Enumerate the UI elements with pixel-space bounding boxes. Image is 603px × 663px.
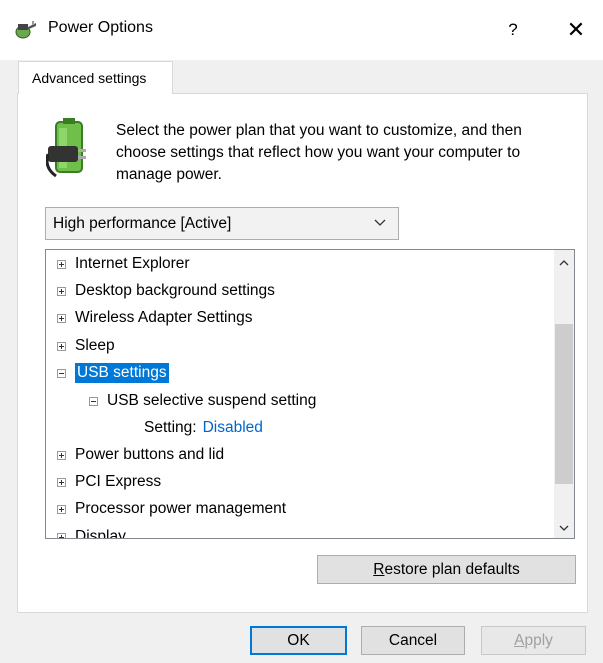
tree-item-label: Display xyxy=(75,528,126,539)
tree-item-label: Power buttons and lid xyxy=(75,446,225,463)
title-bar: Power Options ? ✕ xyxy=(0,0,603,60)
tree-item-label: USB settings xyxy=(75,363,169,383)
tree-item-display[interactable]: Display xyxy=(57,525,126,539)
tree-item-label: USB selective suspend setting xyxy=(107,392,317,409)
ok-button[interactable]: OK xyxy=(250,626,347,655)
close-button[interactable]: ✕ xyxy=(556,10,596,50)
tree-item-label: Processor power management xyxy=(75,500,287,517)
cancel-button[interactable]: Cancel xyxy=(361,626,465,655)
expand-icon[interactable] xyxy=(57,259,66,269)
expand-icon[interactable] xyxy=(57,341,66,351)
setting-value-link[interactable]: Disabled xyxy=(203,419,263,437)
tree-item-setting[interactable]: Setting: Disabled xyxy=(144,416,263,440)
chevron-up-icon xyxy=(559,260,569,266)
apply-label: pply xyxy=(524,631,553,649)
scroll-down-button[interactable] xyxy=(554,518,574,538)
power-plan-value: High performance [Active] xyxy=(53,215,232,232)
expand-icon[interactable] xyxy=(57,450,66,460)
scrollbar-thumb[interactable] xyxy=(555,324,573,484)
setting-label: Setting: xyxy=(144,419,197,436)
help-button[interactable]: ? xyxy=(496,10,530,50)
power-plan-dropdown[interactable]: High performance [Active] xyxy=(45,207,399,240)
tree-item-internet-explorer[interactable]: Internet Explorer xyxy=(57,252,190,276)
settings-tree[interactable]: Internet Explorer Desktop background set… xyxy=(45,249,575,539)
restore-plan-defaults-button[interactable]: Restore plan defaults xyxy=(317,555,576,584)
tree-item-processor-power[interactable]: Processor power management xyxy=(57,497,286,521)
tree-item-usb-selective-suspend[interactable]: USB selective suspend setting xyxy=(89,389,316,413)
expand-icon[interactable] xyxy=(57,286,66,296)
tree-item-usb-settings[interactable]: USB settings xyxy=(57,361,169,385)
tab-label: Advanced settings xyxy=(32,70,147,86)
tree-item-wireless-adapter[interactable]: Wireless Adapter Settings xyxy=(57,306,252,330)
expand-icon[interactable] xyxy=(57,504,66,514)
power-options-icon xyxy=(15,21,36,39)
intro-text: Select the power plan that you want to c… xyxy=(116,122,522,183)
collapse-icon[interactable] xyxy=(89,396,98,406)
apply-accelerator: A xyxy=(514,631,525,649)
expand-icon[interactable] xyxy=(57,532,66,538)
restore-label: estore plan defaults xyxy=(384,560,520,578)
tree-item-sleep[interactable]: Sleep xyxy=(57,334,115,358)
tree-item-label: Internet Explorer xyxy=(75,255,190,272)
tree-item-desktop-background[interactable]: Desktop background settings xyxy=(57,279,275,303)
expand-icon[interactable] xyxy=(57,477,66,487)
collapse-icon[interactable] xyxy=(57,368,66,378)
window-title: Power Options xyxy=(48,19,153,36)
tree-item-power-buttons[interactable]: Power buttons and lid xyxy=(57,443,224,467)
vertical-scrollbar[interactable] xyxy=(554,250,574,538)
tree-item-label: Wireless Adapter Settings xyxy=(75,309,253,326)
tree-item-label: Sleep xyxy=(75,337,115,354)
restore-accelerator: R xyxy=(373,560,385,578)
tree-item-pci-express[interactable]: PCI Express xyxy=(57,470,161,494)
tab-advanced-settings[interactable]: Advanced settings xyxy=(18,61,173,94)
tree-item-label: PCI Express xyxy=(75,473,162,490)
tree-item-label: Desktop background settings xyxy=(75,282,275,299)
battery-plug-icon xyxy=(46,118,86,178)
chevron-down-icon xyxy=(559,525,569,531)
scroll-up-button[interactable] xyxy=(554,253,574,273)
expand-icon[interactable] xyxy=(57,313,66,323)
chevron-down-icon xyxy=(374,219,386,226)
apply-button[interactable]: Apply xyxy=(481,626,586,655)
